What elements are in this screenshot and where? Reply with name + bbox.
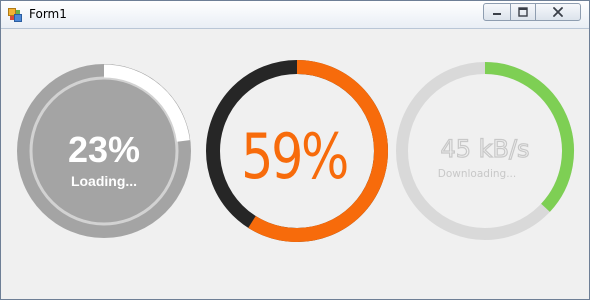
download-status-text: Downloading... — [438, 168, 516, 180]
window: Form1 23% Loading... 59% 45 kB/s Downloa… — [0, 0, 590, 300]
form-client-area: 23% Loading... 59% 45 kB/s Downloading..… — [1, 29, 589, 299]
loading-percent-text: 23% — [68, 129, 140, 170]
minimize-button[interactable] — [483, 3, 511, 21]
caption-buttons — [483, 3, 581, 21]
maximize-button[interactable] — [510, 3, 536, 21]
title-bar[interactable]: Form1 — [1, 1, 589, 29]
download-speed-text: 45 kB/s — [440, 135, 529, 163]
window-title: Form1 — [29, 7, 67, 21]
percent-gauge: 59% — [206, 60, 388, 242]
download-gauge: 45 kB/s Downloading... — [396, 62, 574, 240]
app-icon[interactable] — [8, 8, 22, 22]
maximize-icon — [518, 7, 528, 17]
loading-gauge: 23% Loading... — [17, 64, 191, 238]
minimize-icon — [493, 13, 501, 15]
close-icon — [553, 7, 563, 17]
gauge-panel: 23% Loading... 59% 45 kB/s Downloading..… — [17, 60, 574, 242]
loading-status-text: Loading... — [71, 173, 137, 189]
percent-value-text: 59% — [241, 121, 347, 193]
close-button[interactable] — [535, 3, 581, 21]
